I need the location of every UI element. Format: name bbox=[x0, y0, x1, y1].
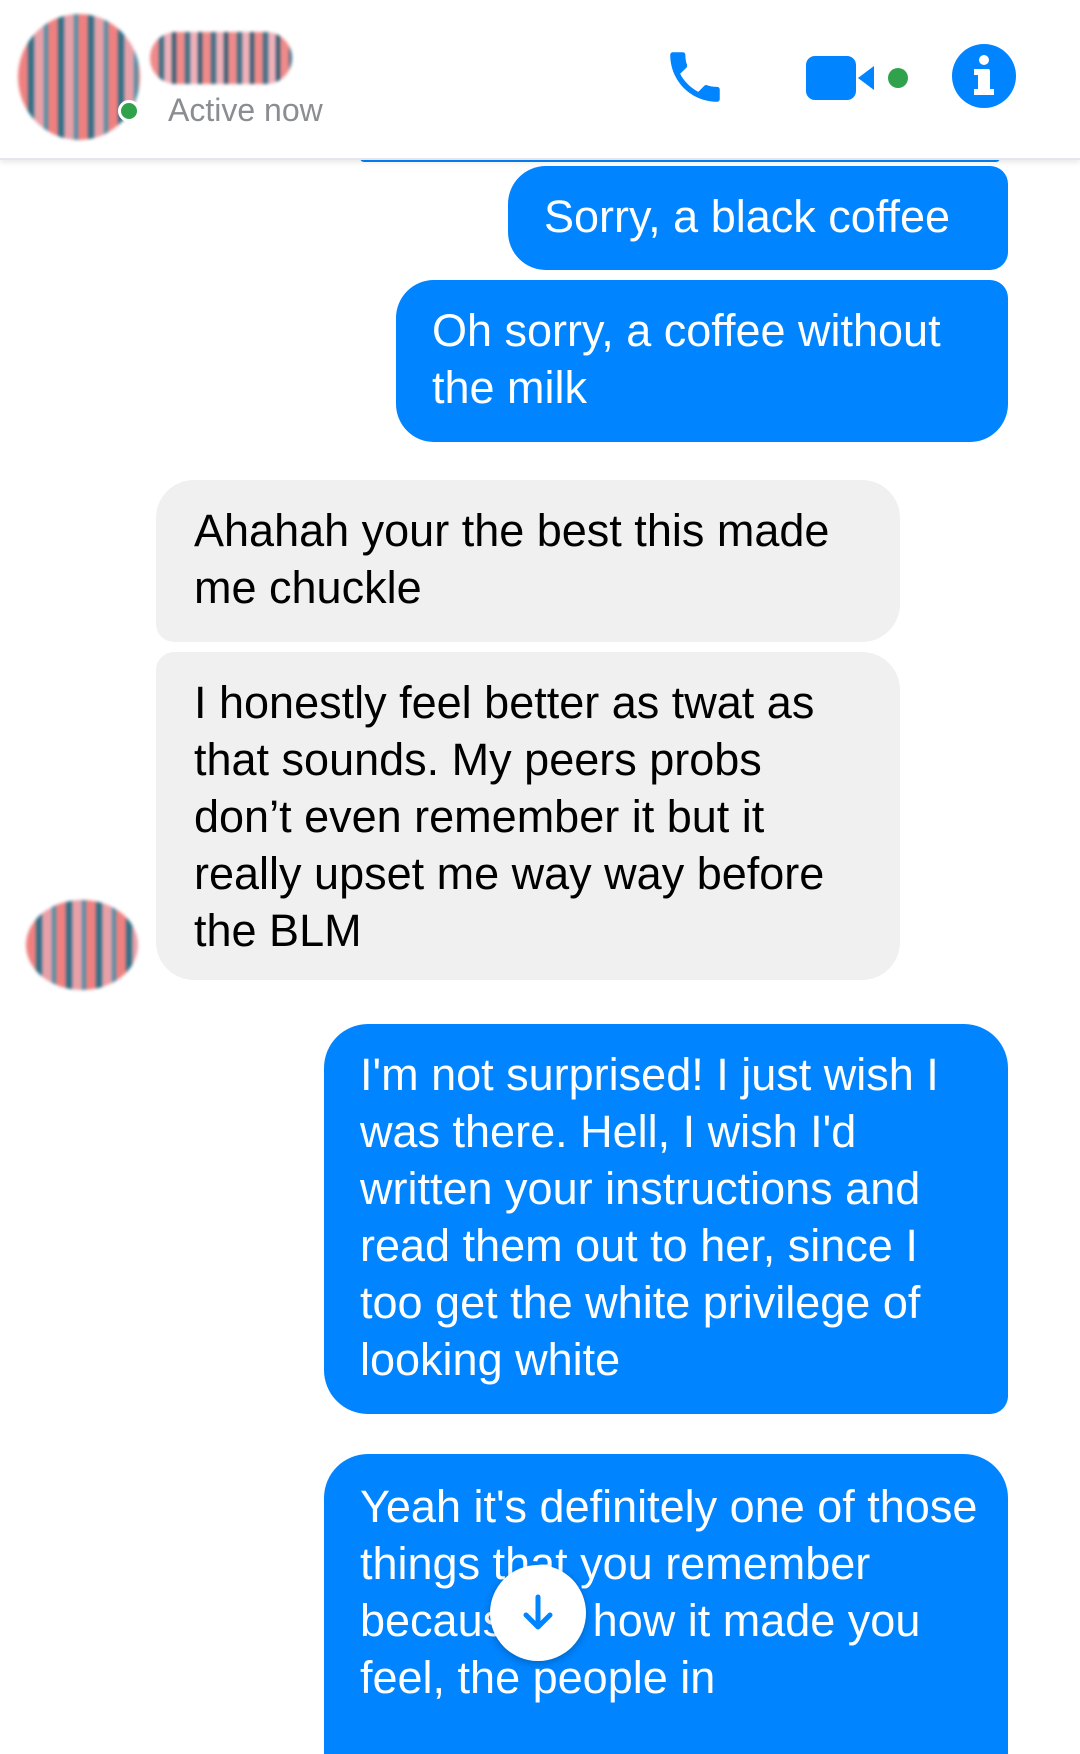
message-bubble-outgoing[interactable]: Sorry, a black coffee bbox=[508, 166, 1008, 270]
active-status: Active now bbox=[168, 92, 323, 128]
message-bubble-outgoing[interactable]: I'm not surprised! I just wish I was the… bbox=[324, 1024, 1008, 1414]
message-thread[interactable]: Sorry, a black coffee Oh sorry, a coffee… bbox=[0, 158, 1080, 1754]
conversation-header: Active now bbox=[0, 0, 1080, 160]
message-bubble-outgoing[interactable]: Oh sorry, a coffee without the milk bbox=[396, 280, 1008, 442]
contact-name-redacted[interactable] bbox=[150, 32, 292, 84]
contact-avatar[interactable] bbox=[18, 14, 140, 140]
message-bubble-incoming[interactable]: Ahahah your the best this made me chuckl… bbox=[156, 480, 900, 642]
message-bubble-incoming[interactable]: I honestly feel better as twat as that s… bbox=[156, 652, 900, 980]
info-icon[interactable] bbox=[950, 42, 1018, 110]
scroll-to-bottom-button[interactable] bbox=[490, 1565, 586, 1661]
video-call-button[interactable] bbox=[806, 50, 916, 106]
contact-avatar-small bbox=[26, 900, 138, 990]
video-camera-icon bbox=[806, 56, 908, 100]
phone-icon[interactable] bbox=[662, 44, 728, 110]
message-bubble-outgoing[interactable]: Yeah it's definitely one of those things… bbox=[324, 1454, 1008, 1754]
arrow-down-icon bbox=[523, 1594, 553, 1630]
online-indicator bbox=[118, 100, 140, 122]
